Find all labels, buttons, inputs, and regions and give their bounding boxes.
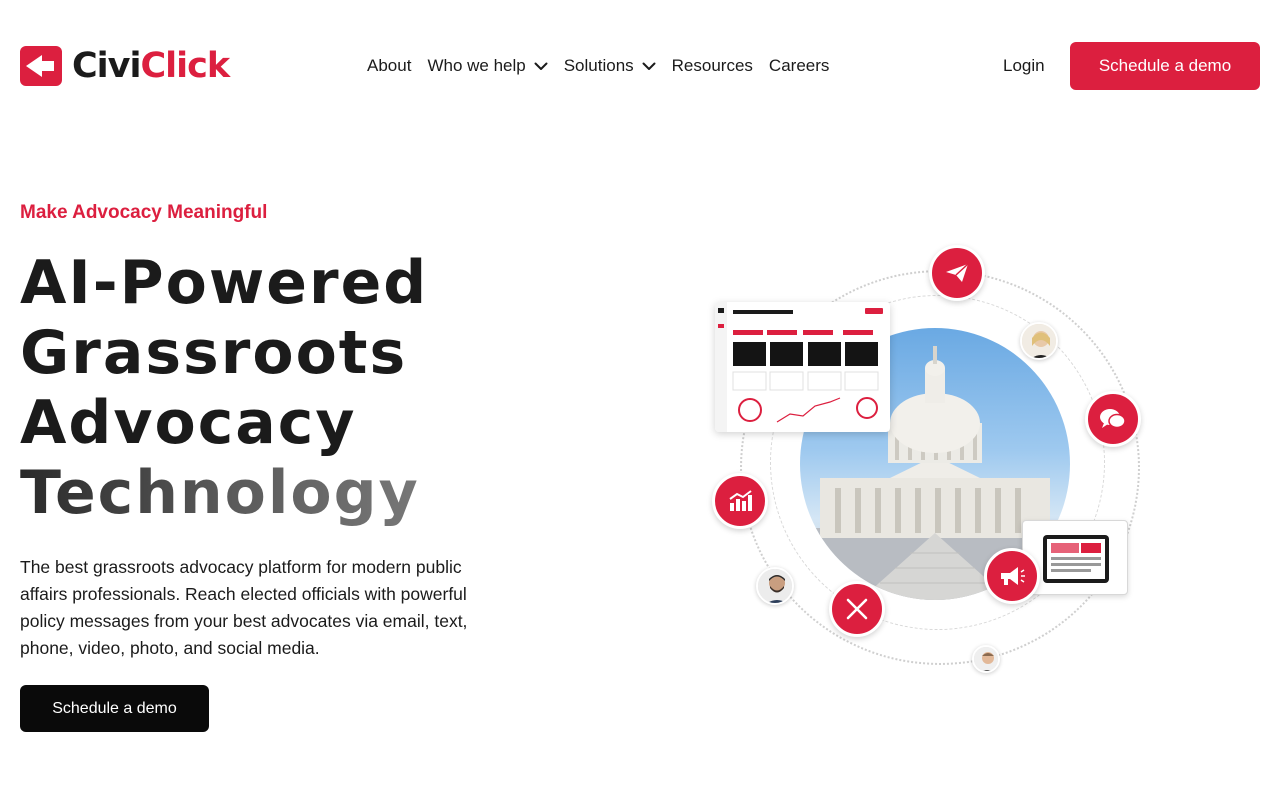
chevron-down-icon — [642, 56, 656, 76]
megaphone-icon — [984, 548, 1040, 604]
hero-headline: AI-Powered Grassroots Advocacy Technolog… — [20, 248, 540, 528]
schedule-demo-button[interactable]: Schedule a demo — [1070, 42, 1260, 90]
nav-item-label: Solutions — [563, 56, 634, 75]
nav-item-label: Careers — [768, 56, 830, 75]
nav-item-who-we-help[interactable]: Who we help — [427, 56, 548, 76]
main-nav: About Who we help Solutions Resources Ca… — [367, 54, 845, 78]
hero-schedule-demo-button[interactable]: Schedule a demo — [20, 685, 209, 732]
x-logo-icon — [829, 581, 885, 637]
nav-item-about[interactable]: About — [367, 56, 411, 76]
headline-line: Advocacy — [20, 388, 357, 458]
logo-text: CiviClick — [72, 46, 231, 86]
headline-line: Technology — [20, 458, 540, 528]
headline-line: AI-Powered — [20, 248, 429, 318]
hero-eyebrow: Make Advocacy Meaningful — [20, 202, 268, 223]
logo-text-civi: Civi — [72, 46, 141, 86]
logo-text-click: Click — [140, 46, 231, 86]
login-link[interactable]: Login — [1003, 56, 1045, 76]
chat-bubbles-icon — [1085, 391, 1141, 447]
logo-mark-icon — [20, 46, 62, 86]
nav-item-solutions[interactable]: Solutions — [564, 56, 656, 76]
nav-item-resources[interactable]: Resources — [672, 56, 753, 76]
chevron-down-icon — [534, 56, 548, 76]
site-header: CiviClick About Who we help Solutions Re… — [0, 0, 1280, 130]
advocate-avatar — [1020, 322, 1058, 360]
hero-description: The best grassroots advocacy platform fo… — [20, 557, 468, 658]
nav-item-label: Resources — [671, 56, 753, 75]
advocate-avatar — [756, 567, 794, 605]
nav-item-label: About — [367, 56, 412, 75]
civiclick-logo[interactable]: CiviClick — [20, 46, 231, 86]
bar-chart-icon — [712, 473, 768, 529]
nav-item-label: Who we help — [427, 56, 526, 75]
headline-line: Grassroots — [20, 318, 408, 388]
hero-illustration — [700, 240, 1160, 680]
advocate-avatar — [972, 645, 1000, 673]
paper-plane-icon — [929, 245, 985, 301]
nav-item-careers[interactable]: Careers — [769, 56, 829, 76]
dashboard-preview-image — [715, 302, 890, 432]
